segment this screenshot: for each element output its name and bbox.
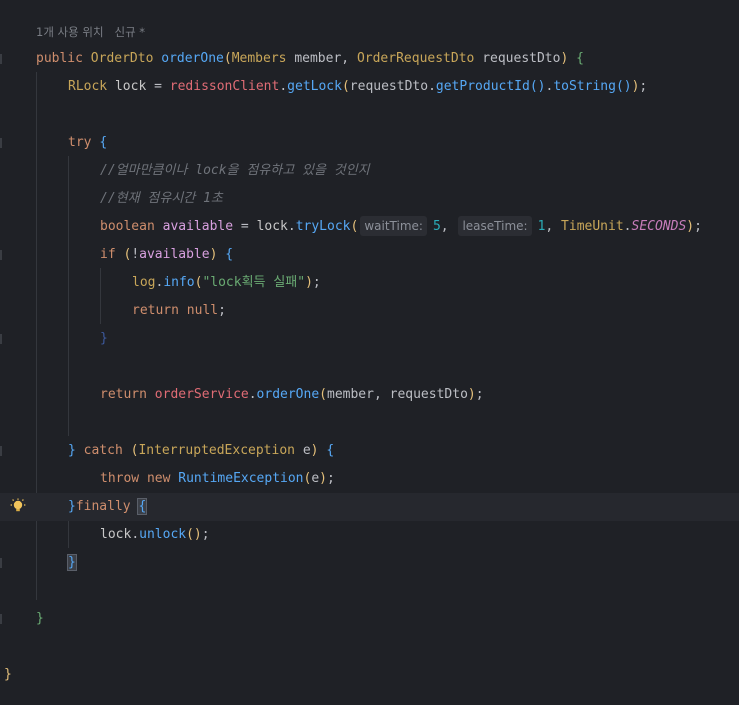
matched-brace: } <box>67 554 77 571</box>
code-line-try[interactable]: try { <box>0 129 739 157</box>
keyword: throw <box>100 471 140 486</box>
argument: member <box>327 387 374 402</box>
argument: e <box>311 471 320 486</box>
code-line-comment[interactable]: //얼마만큼이나 lock을 점유하고 있을 것인지 <box>0 157 739 185</box>
keyword: return <box>132 303 179 318</box>
method-call: info <box>163 275 195 290</box>
method-call: tryLock <box>295 219 351 234</box>
code-line-return-order[interactable]: return orderService.orderOne(member, req… <box>0 381 739 409</box>
object-name: log <box>132 275 156 290</box>
code-line-log[interactable]: log.info("lock획득 실패"); <box>0 269 739 297</box>
variable-name: available <box>162 219 234 234</box>
object-name: lock <box>100 527 132 542</box>
method-call: getLock <box>287 79 342 94</box>
keyword: public <box>36 51 83 66</box>
method-call: unlock <box>139 527 187 542</box>
param-type: Members <box>231 51 287 66</box>
code-line-close-brace[interactable]: } <box>0 661 739 689</box>
usage-hint[interactable]: 1개 사용 위치 신규 * <box>36 24 145 40</box>
comment: //현재 점유시간 1초 <box>100 191 223 206</box>
code-line-close-brace[interactable]: } <box>0 549 739 577</box>
matched-brace: { <box>137 498 148 515</box>
code-line-catch[interactable]: } catch (InterruptedException e) { <box>0 437 739 465</box>
code-line-method-signature[interactable]: public OrderDto orderOne(Members member,… <box>0 45 739 73</box>
code-line-if[interactable]: if (!available) { <box>0 241 739 269</box>
keyword: catch <box>83 443 123 458</box>
null-literal: null <box>186 303 219 318</box>
keyword: return <box>100 387 147 402</box>
code-line-comment[interactable]: //현재 점유시간 1초 <box>0 185 739 213</box>
method-call: toString <box>553 79 616 94</box>
constant-name: SECONDS <box>631 219 687 234</box>
code-line-throw[interactable]: throw new RuntimeException(e); <box>0 465 739 493</box>
argument: requestDto <box>389 387 468 402</box>
method-call: getProductId <box>435 79 530 94</box>
type-name: boolean <box>100 219 155 234</box>
code-line-close-brace[interactable]: } <box>0 325 739 353</box>
object-name: lock <box>256 219 288 234</box>
code-line-unlock[interactable]: lock.unlock(); <box>0 521 739 549</box>
param-type: OrderRequestDto <box>356 51 475 66</box>
code-line-close-brace[interactable]: } <box>0 605 739 633</box>
code-line-finally[interactable]: }finally { <box>0 493 739 521</box>
code-line-rlock[interactable]: RLock lock = redissonClient.getLock(requ… <box>0 73 739 101</box>
code-line-trylock[interactable]: boolean available = lock.tryLock(waitTim… <box>0 213 739 241</box>
code-line-return-null[interactable]: return null; <box>0 297 739 325</box>
lightbulb-icon[interactable] <box>10 498 26 514</box>
string-literal: "lock획득 실패" <box>202 275 306 290</box>
comment: //얼마만큼이나 lock을 점유하고 있을 것인지 <box>100 163 370 178</box>
keyword: if <box>100 247 116 262</box>
parameter-hint: leaseTime: <box>458 216 532 236</box>
return-type: OrderDto <box>90 51 154 66</box>
type-name: TimeUnit <box>561 219 624 234</box>
variable-name: lock <box>114 79 147 94</box>
field-name: redissonClient <box>169 79 280 94</box>
field-name: orderService <box>154 387 249 402</box>
type-name: RuntimeException <box>178 471 304 486</box>
keyword: finally <box>75 499 131 514</box>
keyword: new <box>146 471 171 486</box>
param-name: e <box>302 443 311 458</box>
method-call: orderOne <box>256 387 320 402</box>
variable-name: available <box>139 247 210 262</box>
code-editor[interactable]: 1개 사용 위치 신규 * public OrderDto orderOne(M… <box>0 0 739 705</box>
type-name: InterruptedException <box>138 443 295 458</box>
number-literal: 5 <box>432 219 441 234</box>
keyword: try <box>68 135 92 150</box>
param-name: requestDto <box>482 51 561 66</box>
argument: requestDto <box>349 79 429 94</box>
param-name: member <box>294 51 342 66</box>
parameter-hint: waitTime: <box>360 216 427 236</box>
method-name: orderOne <box>161 51 224 66</box>
type-name: RLock <box>68 79 108 94</box>
